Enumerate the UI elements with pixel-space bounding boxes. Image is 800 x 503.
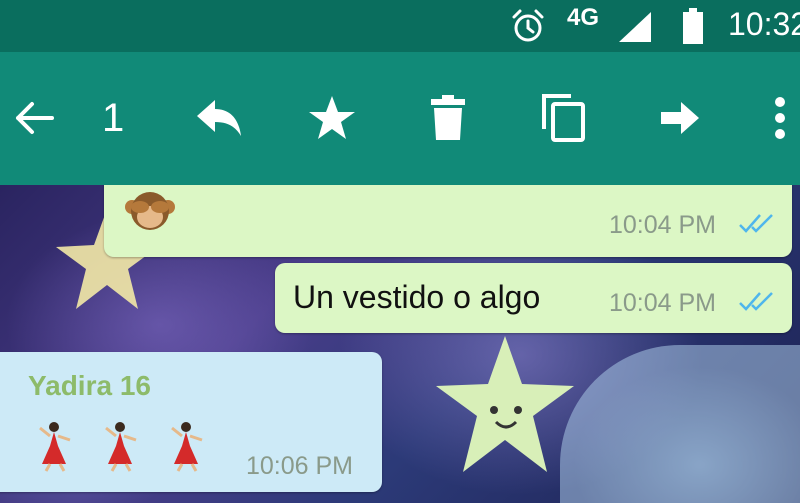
reply-icon: [197, 100, 241, 136]
star-button[interactable]: [304, 86, 360, 150]
read-receipt-icon: [739, 292, 773, 311]
more-vert-icon: [775, 97, 785, 139]
dancer-icon: [39, 422, 71, 472]
chat-wallpaper: 10:04 PM Un vestido o algo 10:04 PM Yadi…: [0, 185, 800, 503]
status-time: 10:32: [728, 6, 800, 42]
delete-icon: [431, 95, 465, 140]
dancer-icon: [105, 422, 137, 472]
selection-action-bar: 1: [0, 52, 800, 185]
signal-icon: [619, 12, 651, 42]
message-bubble-outgoing[interactable]: Un vestido o algo 10:04 PM: [275, 263, 792, 333]
alarm-icon: [512, 9, 544, 42]
copy-icon: [542, 94, 585, 142]
more-options-button[interactable]: [752, 86, 800, 150]
sender-name: Yadira 16: [28, 370, 151, 401]
dancer-emoji-group: [36, 420, 208, 472]
forward-icon: [661, 102, 699, 134]
message-time: 10:04 PM: [609, 211, 717, 239]
back-arrow-icon: [16, 102, 54, 134]
see-no-evil-monkey-icon: [125, 192, 175, 230]
message-time: 10:04 PM: [609, 289, 717, 317]
star-icon: [309, 96, 355, 139]
message-time: 10:06 PM: [246, 452, 354, 480]
delete-button[interactable]: [420, 86, 476, 150]
selected-count: 1: [102, 96, 125, 140]
battery-icon: [683, 8, 703, 44]
wallpaper-character: [560, 345, 800, 503]
forward-button[interactable]: [652, 86, 708, 150]
back-button[interactable]: [6, 86, 62, 150]
status-bar: 4G 10:32: [0, 0, 800, 52]
message-bubble-incoming[interactable]: Yadira 16 10:06 PM: [0, 352, 382, 492]
dancer-icon: [171, 422, 203, 472]
copy-button[interactable]: [536, 86, 592, 150]
wallpaper-smiling-star-icon: [436, 336, 574, 472]
read-receipt-icon: [739, 214, 773, 233]
message-bubble-outgoing[interactable]: 10:04 PM: [104, 185, 792, 257]
message-text: Un vestido o algo: [293, 279, 541, 315]
network-type: 4G: [567, 4, 600, 31]
reply-button[interactable]: [190, 86, 246, 150]
